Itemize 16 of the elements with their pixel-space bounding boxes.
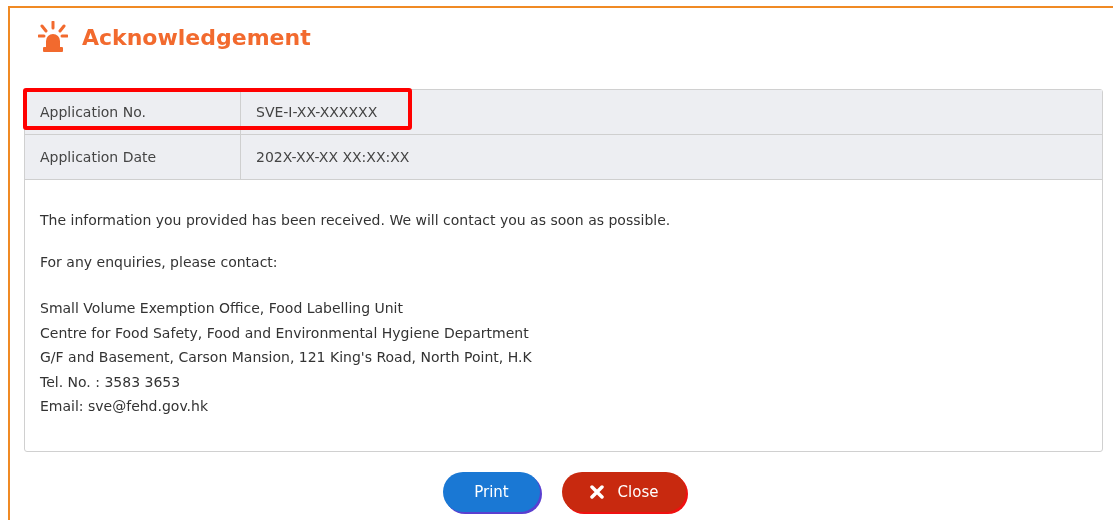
message-text: The information you provided has been received. We will contact you as soon as possible.: [40, 212, 672, 228]
contact-line: Email: sve@fehd.gov.hk: [40, 397, 210, 416]
alarm-light-icon: [38, 21, 68, 53]
table-cell: Application No.: [25, 90, 241, 134]
table-cell: Application Date: [25, 135, 241, 179]
enquiry-text: For any enquiries, please contact:: [40, 254, 279, 270]
contact-line: Tel. No. : 3583 3653: [40, 372, 182, 392]
close-icon: [589, 484, 604, 499]
close-button[interactable]: Close: [562, 471, 686, 512]
table-cell-text: 202X-XX-XX XX:XX:XX: [255, 148, 410, 167]
print-button[interactable]: Print: [443, 471, 540, 512]
table-cell-text: SVE-I-XX-XXXXXX: [255, 103, 378, 122]
page-title: Acknowledgement: [82, 24, 311, 50]
contact-line: Centre for Food Safety, Food and Environmental Hygiene Department: [40, 323, 530, 343]
contact-line: Small Volume Exemption Office, Food Labelling Unit: [40, 299, 404, 318]
contact-line: G/F and Basement, Carson Mansion, 121 King's Road, North Point, H.K: [40, 348, 533, 367]
